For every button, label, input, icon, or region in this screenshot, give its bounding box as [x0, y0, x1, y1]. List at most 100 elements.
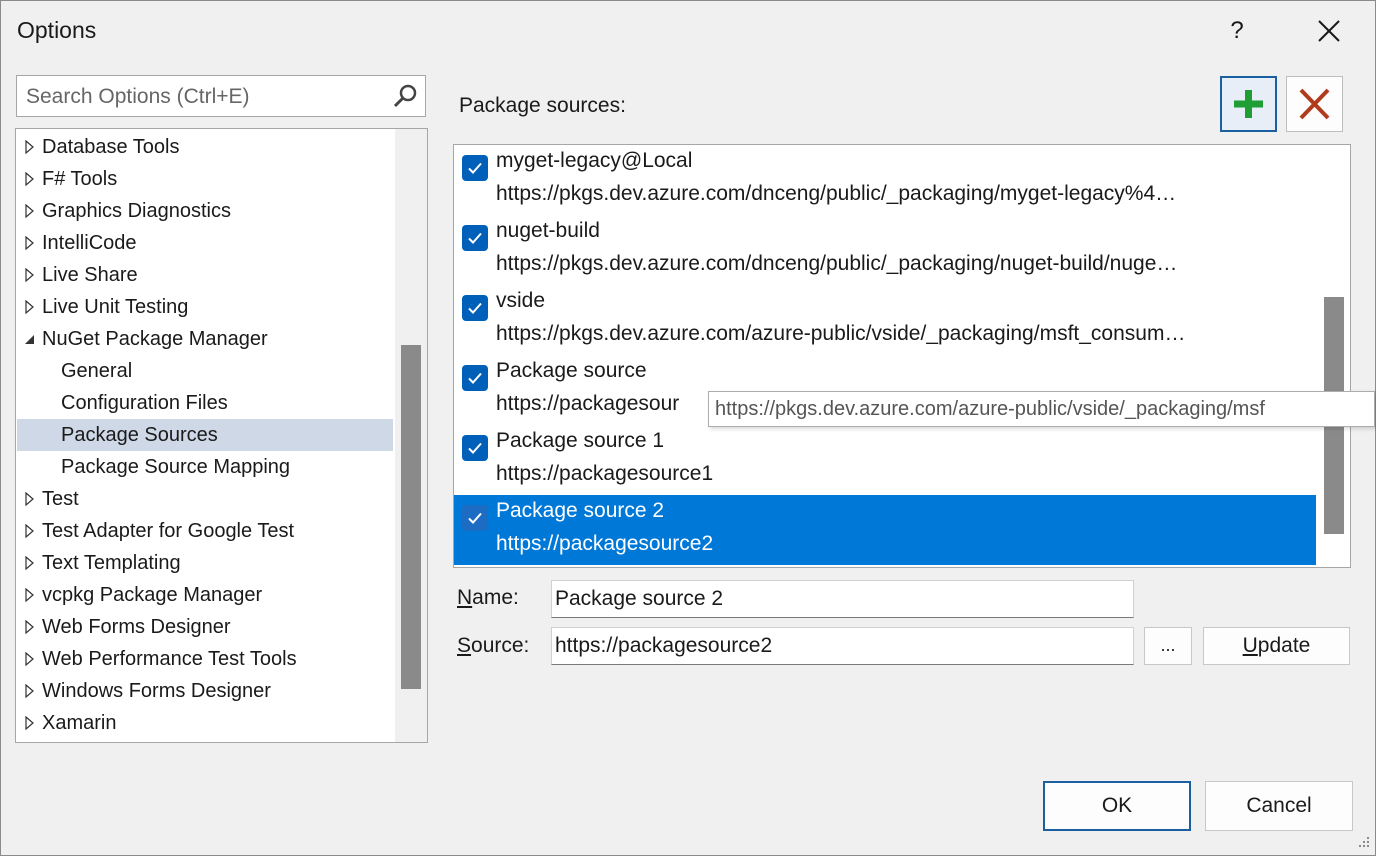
check-icon — [468, 512, 482, 524]
tree-item-label: IntelliCode — [42, 232, 137, 254]
chevron-down-icon[interactable] — [25, 332, 35, 346]
chevron-right-icon[interactable] — [25, 268, 35, 282]
options-tree: Database Tools F# Tools Graphics Diagnosti… — [15, 128, 428, 743]
search-options-box[interactable]: Search Options (Ctrl+E) — [16, 75, 426, 117]
source-url: https://packagesource2 — [496, 532, 714, 555]
chevron-right-icon[interactable] — [25, 588, 35, 602]
url-tooltip: https://pkgs.dev.azure.com/azure-public/… — [708, 391, 1375, 427]
chevron-right-icon[interactable] — [25, 204, 35, 218]
tree-item[interactable]: Xamarin — [17, 707, 393, 739]
chevron-right-icon[interactable] — [25, 556, 35, 570]
close-button[interactable] — [1307, 11, 1351, 51]
tree-item-label: Test Adapter for Google Test — [42, 520, 295, 542]
update-button[interactable]: Update — [1203, 627, 1350, 665]
chevron-right-icon[interactable] — [25, 684, 35, 698]
tree-item-label: Package Source Mapping — [61, 456, 291, 478]
tree-item-label: NuGet Package Manager — [42, 328, 268, 350]
chevron-right-icon[interactable] — [25, 492, 35, 506]
tree-item[interactable]: vcpkg Package Manager — [17, 579, 393, 611]
name-field[interactable]: Package source 2 — [551, 580, 1134, 618]
dialog-title: Options — [17, 17, 97, 43]
chevron-right-icon[interactable] — [25, 140, 35, 154]
source-enabled-checkbox[interactable] — [462, 365, 488, 391]
chevron-right-icon[interactable] — [25, 524, 35, 538]
tree-item-label: Configuration Files — [61, 392, 228, 414]
package-source-item[interactable]: myget-legacy@Local https://pkgs.dev.azure… — [454, 145, 1316, 215]
tree-item[interactable]: IntelliCode — [17, 227, 393, 259]
source-field[interactable]: https://packagesource2 — [551, 627, 1134, 665]
package-source-item[interactable]: Package source 1 https://packagesource1 — [454, 425, 1316, 495]
source-name: Package source 2 — [496, 499, 665, 522]
chevron-right-icon[interactable] — [25, 620, 35, 634]
tree-item[interactable]: Windows Forms Designer — [17, 675, 393, 707]
tree-item-label: vcpkg Package Manager — [42, 584, 263, 606]
tree-item[interactable]: F# Tools — [17, 163, 393, 195]
check-icon — [468, 302, 482, 314]
tree-item[interactable]: Package Sources — [17, 419, 393, 451]
source-enabled-checkbox[interactable] — [462, 155, 488, 181]
tree-item-label: Windows Forms Designer — [42, 680, 271, 702]
tree-item[interactable]: Graphics Diagnostics — [17, 195, 393, 227]
ok-button[interactable]: OK — [1043, 781, 1191, 831]
tree-item-label: Xamarin — [42, 712, 117, 734]
tree-item-label: Live Unit Testing — [42, 296, 189, 318]
package-sources-list: myget-legacy@Local https://pkgs.dev.azure… — [453, 144, 1351, 568]
add-source-button[interactable] — [1220, 76, 1277, 132]
plus-icon — [1234, 90, 1263, 118]
tree-item[interactable]: Live Unit Testing — [17, 291, 393, 323]
source-url: https://pkgs.dev.azure.com/dnceng/public… — [496, 182, 1177, 205]
chevron-right-icon[interactable] — [25, 236, 35, 250]
tree-item[interactable]: General — [17, 355, 393, 387]
cancel-button[interactable]: Cancel — [1205, 781, 1353, 831]
source-name: Package source 1 — [496, 429, 665, 452]
browse-button[interactable]: ... — [1144, 627, 1192, 665]
tree-item-label: Database Tools — [42, 136, 180, 158]
tree-item[interactable]: Package Source Mapping — [17, 451, 393, 483]
resize-grip-icon[interactable] — [1353, 833, 1371, 851]
tree-item[interactable]: Web Forms Designer — [17, 611, 393, 643]
source-enabled-checkbox[interactable] — [462, 435, 488, 461]
source-label-accel: S — [457, 634, 472, 657]
remove-source-button[interactable] — [1286, 76, 1343, 132]
tree-item-label: Package Sources — [61, 424, 218, 446]
search-icon[interactable] — [391, 82, 419, 110]
check-icon — [468, 162, 482, 174]
source-name: Package source — [496, 359, 647, 382]
tree-item[interactable]: NuGet Package Manager — [17, 323, 393, 355]
package-source-item[interactable]: nuget-build https://pkgs.dev.azure.com/dn… — [454, 215, 1316, 285]
name-label-rest: ame: — [472, 586, 519, 609]
chevron-right-icon[interactable] — [25, 652, 35, 666]
source-url: https://pkgs.dev.azure.com/azure-public/… — [496, 322, 1186, 345]
check-icon — [468, 232, 482, 244]
tree-item-label: Graphics Diagnostics — [42, 200, 231, 222]
chevron-right-icon[interactable] — [25, 172, 35, 186]
source-label: Source: — [457, 634, 529, 658]
package-source-item[interactable]: vside https://pkgs.dev.azure.com/azure-pu… — [454, 285, 1316, 355]
chevron-right-icon[interactable] — [25, 716, 35, 730]
tree-item[interactable]: Web Performance Test Tools — [17, 643, 393, 675]
tree-item[interactable]: Live Share — [17, 259, 393, 291]
close-icon — [1318, 20, 1340, 42]
help-button[interactable]: ? — [1219, 11, 1255, 51]
tree-scrollbar-thumb[interactable] — [401, 345, 421, 689]
source-enabled-checkbox[interactable] — [462, 505, 488, 531]
package-source-item[interactable]: Package source 2 https://packagesource2 — [454, 495, 1316, 565]
tree-item-label: Live Share — [42, 264, 138, 286]
chevron-right-icon[interactable] — [25, 300, 35, 314]
search-input[interactable]: Search Options (Ctrl+E) — [26, 85, 250, 109]
tree-item-label: General — [61, 360, 133, 382]
tree-item[interactable]: Database Tools — [17, 131, 393, 163]
source-name: nuget-build — [496, 219, 600, 242]
source-enabled-checkbox[interactable] — [462, 295, 488, 321]
tree-item[interactable]: Text Templating — [17, 547, 393, 579]
check-icon — [468, 442, 482, 454]
tree-item[interactable]: Configuration Files — [17, 387, 393, 419]
tree-item[interactable]: Test — [17, 483, 393, 515]
tree-item[interactable]: Test Adapter for Google Test — [17, 515, 393, 547]
tree-item-label: Text Templating — [42, 552, 181, 574]
tree-item-label: Test — [42, 488, 79, 510]
update-label-accel: U — [1242, 634, 1258, 657]
check-icon — [468, 372, 482, 384]
source-url: https://packagesource1 — [496, 462, 714, 485]
source-enabled-checkbox[interactable] — [462, 225, 488, 251]
